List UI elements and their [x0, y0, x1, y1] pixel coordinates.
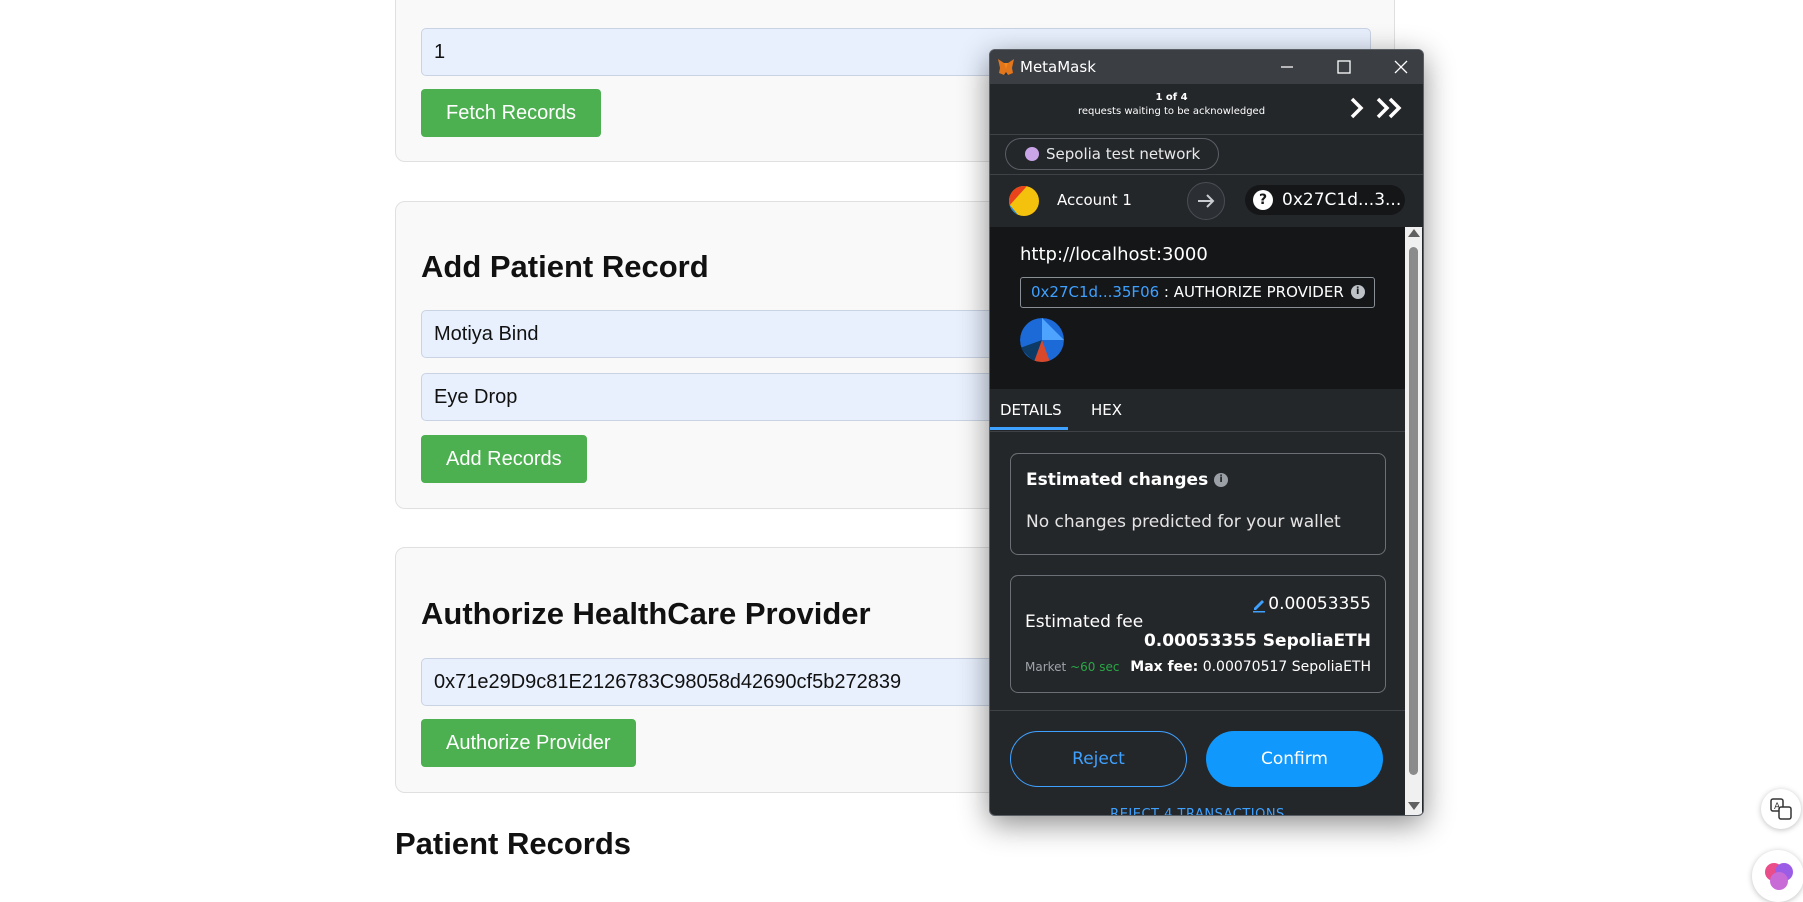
window-title: MetaMask: [1020, 58, 1096, 76]
account-avatar: [1009, 186, 1039, 216]
estimated-changes-title: Estimated changes i: [1026, 470, 1229, 490]
site-favicon: [1020, 318, 1064, 362]
recipient-address: 0x27C1d...3...: [1282, 190, 1402, 210]
estimated-fee-box: Estimated fee 0.00053355 0.00053355 Sepo…: [1010, 575, 1386, 693]
estimated-fee-eth: 0.00053355 SepoliaETH: [1143, 631, 1371, 651]
fetch-records-button[interactable]: Fetch Records: [421, 89, 602, 137]
add-records-button[interactable]: Add Records: [421, 435, 587, 483]
max-fee: Max fee: 0.00070517 SepoliaETH: [1130, 659, 1371, 675]
reject-button[interactable]: Reject: [1010, 731, 1187, 787]
estimated-fee-label: Estimated fee: [1025, 612, 1144, 632]
scroll-down-arrow-icon[interactable]: [1408, 802, 1420, 810]
maximize-icon[interactable]: [1324, 52, 1364, 82]
confirm-button[interactable]: Confirm: [1206, 731, 1383, 787]
origin-panel: http://localhost:3000 0x27C1d...35F06 : …: [990, 227, 1405, 389]
recipient-address-pill[interactable]: ? 0x27C1d...3...: [1245, 185, 1405, 215]
estimated-changes-text: No changes predicted for your wallet: [1026, 512, 1341, 532]
question-icon: ?: [1253, 190, 1273, 210]
network-name: Sepolia test network: [1046, 145, 1201, 163]
translate-icon[interactable]: A: [1761, 789, 1801, 829]
close-icon[interactable]: [1381, 52, 1421, 82]
metamask-fox-icon: [998, 59, 1014, 75]
arrow-right-icon: [1187, 182, 1225, 220]
network-dot-icon: [1025, 147, 1039, 161]
info-icon[interactable]: i: [1350, 285, 1365, 299]
estimated-fee-fiat: 0.00053355: [1268, 594, 1371, 614]
metamask-popup-window: MetaMask 1 of 4 requests waiting to be a…: [989, 49, 1424, 816]
account-name: Account 1: [1057, 191, 1132, 209]
add-patient-record-title: Add Patient Record: [421, 249, 709, 284]
svg-text:A: A: [1774, 802, 1781, 812]
authorize-provider-button[interactable]: Authorize Provider: [421, 719, 636, 767]
window-titlebar[interactable]: MetaMask: [990, 50, 1423, 84]
network-selector[interactable]: Sepolia test network: [1005, 138, 1220, 170]
contract-address-link[interactable]: 0x27C1d...35F06: [1031, 283, 1159, 301]
method-separator: :: [1159, 283, 1174, 301]
skip-last-icon[interactable]: [1374, 94, 1406, 122]
scrollbar[interactable]: [1405, 227, 1422, 815]
edit-pencil-icon[interactable]: [1251, 597, 1267, 613]
active-tab-indicator: [990, 427, 1068, 430]
minimize-icon[interactable]: [1267, 52, 1307, 82]
estimated-changes-box: Estimated changes i No changes predicted…: [1010, 453, 1386, 555]
patient-records-heading: Patient Records: [395, 826, 632, 861]
tab-details[interactable]: DETAILS: [1000, 401, 1062, 419]
account-row: Account 1 ? 0x27C1d...3...: [990, 174, 1423, 228]
origin-url: http://localhost:3000: [1020, 244, 1208, 265]
tab-hex[interactable]: HEX: [1091, 401, 1122, 419]
request-queue-bar: 1 of 4 requests waiting to be acknowledg…: [990, 84, 1423, 135]
scroll-thumb[interactable]: [1409, 247, 1418, 775]
reject-all-link[interactable]: REJECT 4 TRANSACTIONS: [990, 807, 1405, 815]
info-icon[interactable]: i: [1214, 473, 1229, 487]
footer-divider: [990, 710, 1405, 711]
next-icon[interactable]: [1346, 94, 1368, 122]
method-badge: 0x27C1d...35F06 : AUTHORIZE PROVIDER i: [1020, 277, 1375, 308]
details-tabs: DETAILS HEX: [990, 389, 1405, 432]
fee-speed: Market ~60 sec: [1025, 660, 1120, 674]
scroll-up-arrow-icon[interactable]: [1408, 229, 1420, 237]
method-name: AUTHORIZE PROVIDER: [1173, 283, 1344, 301]
brain-icon[interactable]: [1752, 850, 1803, 902]
authorize-provider-title: Authorize HealthCare Provider: [421, 596, 871, 631]
